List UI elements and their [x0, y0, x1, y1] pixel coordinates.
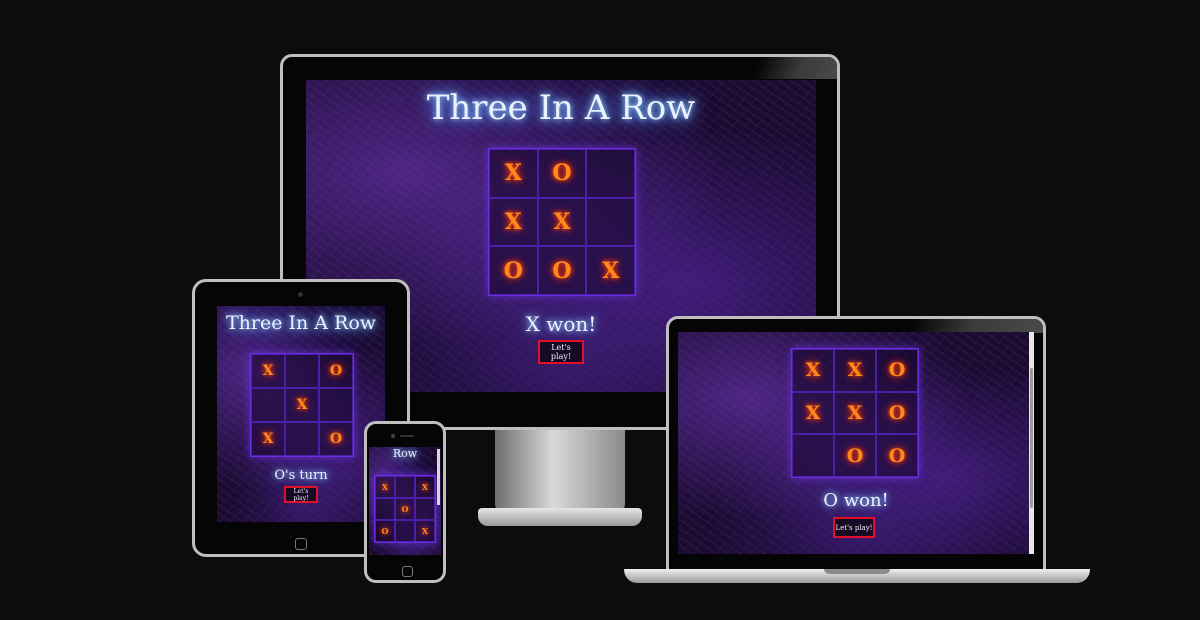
board-cell[interactable] — [395, 476, 415, 498]
phone-speaker — [400, 435, 414, 437]
board-cell[interactable] — [319, 388, 353, 422]
board-cell[interactable]: O — [876, 349, 918, 392]
game-board: X X O O X — [374, 475, 436, 543]
board-cell[interactable] — [792, 434, 834, 477]
board-cell[interactable]: X — [415, 520, 435, 542]
board-cell[interactable]: O — [319, 354, 353, 388]
board-cell[interactable]: X — [834, 349, 876, 392]
laptop-scrollbar-thumb[interactable] — [1030, 368, 1033, 508]
phone-home-button-icon[interactable] — [402, 566, 413, 577]
board-cell[interactable] — [375, 498, 395, 520]
game-board: X X O X X O O O — [791, 348, 919, 478]
board-cell[interactable]: O — [489, 246, 538, 295]
board-cell[interactable]: X — [375, 476, 395, 498]
board-cell[interactable]: O — [834, 434, 876, 477]
board-cell[interactable]: X — [489, 149, 538, 198]
board-cell[interactable]: O — [876, 391, 918, 435]
board-cell[interactable]: O — [395, 498, 415, 520]
board-cell[interactable]: X — [586, 246, 635, 295]
laptop-glare — [900, 319, 1043, 333]
game-status: O won! — [823, 490, 889, 511]
phone-camera — [391, 434, 395, 438]
laptop-scrollbar[interactable] — [1029, 332, 1034, 554]
board-cell[interactable]: X — [251, 422, 285, 456]
board-cell[interactable]: O — [537, 246, 587, 295]
game-title: Row — [392, 447, 418, 460]
play-button[interactable]: Let's play! — [284, 486, 318, 503]
board-cell[interactable]: X — [792, 391, 834, 435]
board-cell[interactable]: X — [537, 197, 587, 247]
board-cell[interactable] — [285, 354, 319, 388]
play-button[interactable]: Let's play! — [833, 517, 875, 538]
board-cell[interactable]: X — [251, 354, 285, 388]
monitor-stand-base — [478, 508, 642, 526]
board-cell[interactable] — [285, 422, 319, 456]
board-cell[interactable] — [415, 498, 435, 520]
monitor-glare — [740, 57, 837, 79]
game-board: X O X X O O X — [488, 148, 636, 296]
board-cell[interactable]: X — [285, 388, 319, 422]
game-status: O's turn — [274, 468, 328, 483]
board-cell[interactable]: O — [375, 520, 395, 542]
monitor-stand-neck — [495, 428, 625, 514]
phone-scrollbar[interactable] — [437, 449, 440, 505]
tablet-home-button-icon[interactable] — [295, 538, 307, 550]
laptop-trackpad-notch — [824, 569, 890, 574]
game-board: X O X X O — [250, 353, 354, 457]
tablet-camera — [298, 292, 303, 297]
board-cell[interactable]: O — [537, 149, 587, 198]
board-cell[interactable]: X — [834, 391, 876, 435]
tablet-screen: Three In A Row X O X X O O's turn Let's … — [217, 306, 385, 522]
game-title: Three In A Row — [426, 88, 696, 128]
laptop-screen: X X O X X O O O O won! Let's play! — [678, 332, 1034, 554]
play-button[interactable]: Let's play! — [538, 340, 584, 364]
game-title: Three In A Row — [225, 312, 377, 334]
board-cell[interactable]: X — [792, 349, 834, 392]
board-cell[interactable]: O — [319, 422, 353, 456]
board-cell[interactable]: O — [876, 434, 918, 477]
board-cell[interactable]: X — [489, 197, 538, 247]
board-cell[interactable] — [251, 388, 285, 422]
board-cell[interactable] — [395, 520, 415, 542]
board-cell[interactable] — [586, 149, 635, 198]
board-cell[interactable]: X — [415, 476, 435, 498]
board-cell[interactable] — [586, 197, 635, 247]
phone-screen: Row X X O O X — [369, 447, 441, 555]
